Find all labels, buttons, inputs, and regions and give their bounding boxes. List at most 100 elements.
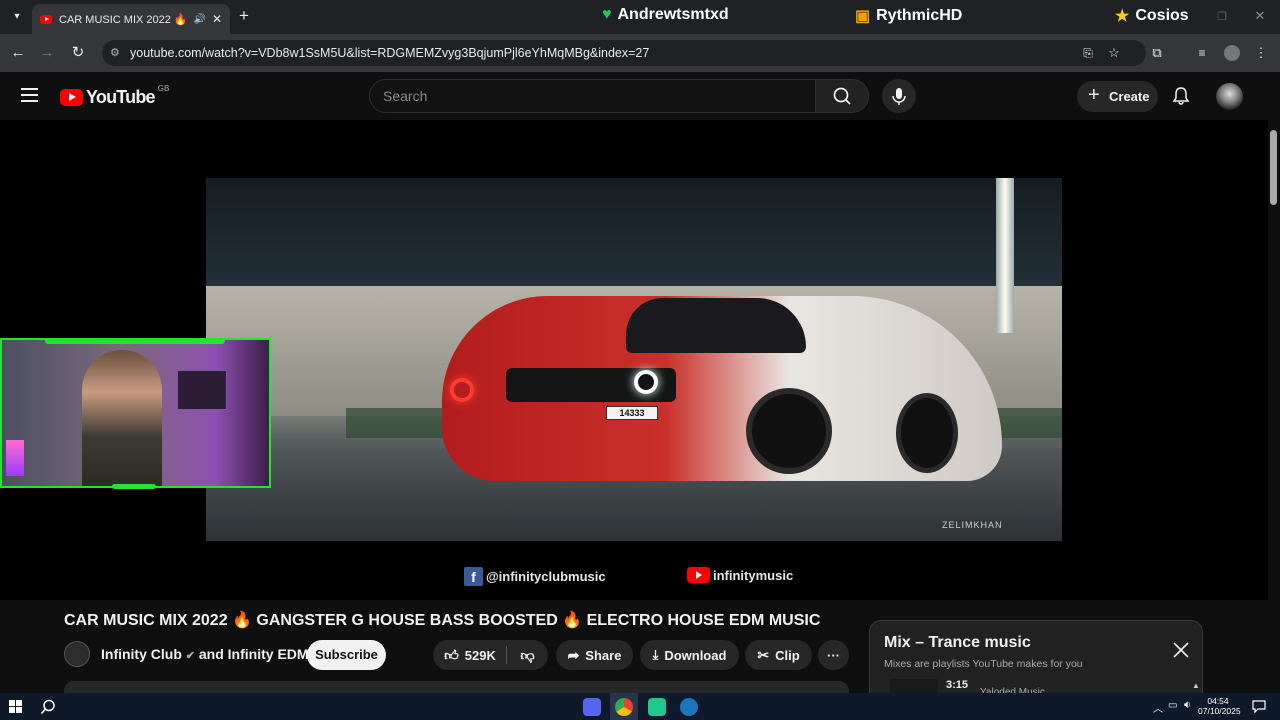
create-button[interactable]: + Create (1077, 81, 1158, 112)
clock-time: 04:54 (1207, 696, 1229, 706)
discord-icon[interactable] (583, 698, 601, 716)
plus-icon: + (1088, 84, 1100, 106)
stream-overlay-subscriber: ★ Cosios (1115, 6, 1189, 26)
left-headlight (450, 378, 474, 402)
search-button[interactable] (815, 79, 869, 113)
chrome-icon[interactable] (615, 698, 633, 716)
street-lamp (996, 178, 1014, 333)
webcam-frame-accent-bottom (112, 484, 156, 489)
download-button[interactable]: ⤓ Download (640, 640, 739, 670)
bookmark-star-icon[interactable]: ☆ (1106, 43, 1122, 63)
facebook-handle: f @infinityclubmusic (464, 567, 606, 586)
video-frame[interactable]: 14333 ZELIMKHAN (206, 178, 1062, 541)
url-text: youtube.com/watch?v=VDb8w1SsM5U&list=RDG… (130, 46, 650, 60)
stream-overlay-follower: ♥ Andrewtsmtxd (602, 6, 729, 24)
streamer-figure (82, 350, 162, 486)
microphone-icon (892, 88, 906, 105)
windows-taskbar (0, 693, 1280, 720)
reload-icon[interactable]: ↻ (68, 43, 88, 63)
install-app-icon[interactable]: ⎘ (1080, 43, 1096, 63)
mix-collapse-chevron-icon[interactable]: ▲ (1192, 681, 1200, 690)
clip-button[interactable]: ✂ Clip (745, 640, 812, 670)
network-icon[interactable]: ▭ (1168, 700, 1177, 711)
tab-search-chevron-icon[interactable]: ▾ (8, 7, 26, 27)
voice-search-button[interactable] (882, 79, 916, 113)
youtube-logo[interactable]: YouTube GB (60, 84, 170, 108)
more-actions-button[interactable]: ··· (818, 640, 849, 670)
streamer-webcam (0, 338, 271, 488)
browser-menu-icon[interactable]: ⋮ (1254, 43, 1268, 63)
notifications-bell-icon[interactable] (1171, 86, 1191, 106)
mix-playlist-panel: Mix – Trance music Mixes are playlists Y… (869, 620, 1203, 698)
channel-collaborator[interactable]: and Infinity EDM (199, 646, 309, 662)
tray-chevron-icon[interactable]: ︿ (1153, 700, 1163, 715)
download-label: Download (664, 647, 727, 663)
hamburger-menu-icon[interactable] (21, 88, 38, 102)
channel-avatar[interactable] (64, 641, 90, 667)
youtube-handle: infinitymusic (687, 567, 793, 583)
subscribe-button[interactable]: Subscribe (307, 640, 386, 670)
address-bar[interactable]: ⚙ youtube.com/watch?v=VDb8w1SsM5U&list=R… (102, 40, 1146, 66)
gifter-name: RythmicHD (876, 7, 963, 24)
heart-icon: ♥ (602, 6, 612, 23)
channel-names[interactable]: Infinity Club ✔ and Infinity EDM (101, 646, 309, 662)
tab-close-icon[interactable]: ✕ (212, 12, 222, 26)
extensions-icon[interactable]: ⧉ (1149, 43, 1165, 63)
download-icon: ⤓ (652, 647, 659, 662)
scrollbar-thumb[interactable] (1270, 130, 1277, 205)
more-horizontal-icon: ··· (827, 647, 840, 663)
youtube-play-icon (60, 89, 83, 106)
dislike-button[interactable]: 👎︎ (507, 640, 548, 670)
steam-icon[interactable] (680, 698, 698, 716)
verified-icon: ✔ (185, 650, 195, 662)
gift-icon: ▣ (855, 8, 871, 25)
share-arrow-icon: ➦ (567, 646, 580, 663)
app-icon[interactable] (648, 698, 666, 716)
facebook-handle-text: @infinityclubmusic (486, 569, 606, 584)
poster (177, 370, 227, 410)
night-sky (206, 178, 1062, 288)
like-count: 529K (464, 647, 496, 663)
rgb-light (6, 440, 24, 476)
site-info-icon[interactable]: ⚙ (110, 40, 120, 66)
webcam-frame-accent-top (45, 338, 225, 344)
license-plate: 14333 (606, 406, 658, 420)
star-icon: ★ (1115, 8, 1130, 25)
taskbar-search-icon[interactable] (40, 699, 56, 715)
tab-audio-icon[interactable]: 🔊 (193, 14, 205, 25)
like-button[interactable]: 👍︎ 529K (433, 640, 507, 670)
profile-avatar[interactable] (1224, 45, 1240, 61)
share-button[interactable]: ➦ Share (556, 640, 633, 670)
search-icon (833, 87, 851, 105)
windows-start-icon[interactable] (9, 700, 22, 713)
new-tab-button[interactable]: + (234, 6, 254, 26)
subscriber-name: Cosios (1135, 7, 1189, 24)
notification-center-icon[interactable] (1252, 700, 1266, 713)
mix-item-duration: 3:15 (946, 679, 969, 691)
back-icon[interactable]: ← (8, 43, 28, 63)
mix-close-icon[interactable] (1173, 642, 1189, 658)
media-controls-icon[interactable]: ≡ (1194, 43, 1210, 63)
thumbs-down-icon: 👎︎ (520, 646, 535, 663)
account-avatar[interactable] (1216, 83, 1243, 110)
close-window-icon[interactable]: ✕ (1252, 6, 1268, 26)
scissors-icon: ✂ (757, 646, 770, 663)
browser-tab[interactable]: CAR MUSIC MIX 2022 🔥 G 🔊 ✕ (32, 4, 230, 34)
logo-text: YouTube (86, 87, 156, 107)
channel-name[interactable]: Infinity Club (101, 646, 182, 662)
youtube-small-icon (687, 567, 710, 583)
share-label: Share (585, 647, 622, 663)
mix-subtitle: Mixes are playlists YouTube makes for yo… (884, 658, 1083, 670)
mix-title: Mix – Trance music (884, 634, 1031, 651)
restore-window-icon[interactable]: ❐ (1214, 7, 1230, 27)
search-input[interactable]: Search (369, 79, 816, 113)
create-label: Create (1109, 89, 1150, 104)
taskbar-clock[interactable]: 04:54 07/10/2025 (1198, 696, 1241, 716)
facebook-icon: f (464, 567, 483, 586)
region-code: GB (157, 84, 170, 93)
youtube-handle-text: infinitymusic (713, 567, 794, 583)
forward-icon[interactable]: → (37, 43, 57, 63)
front-wheel (746, 388, 832, 474)
right-headlight (634, 370, 658, 394)
volume-icon[interactable]: 🔉︎ (1184, 699, 1191, 712)
